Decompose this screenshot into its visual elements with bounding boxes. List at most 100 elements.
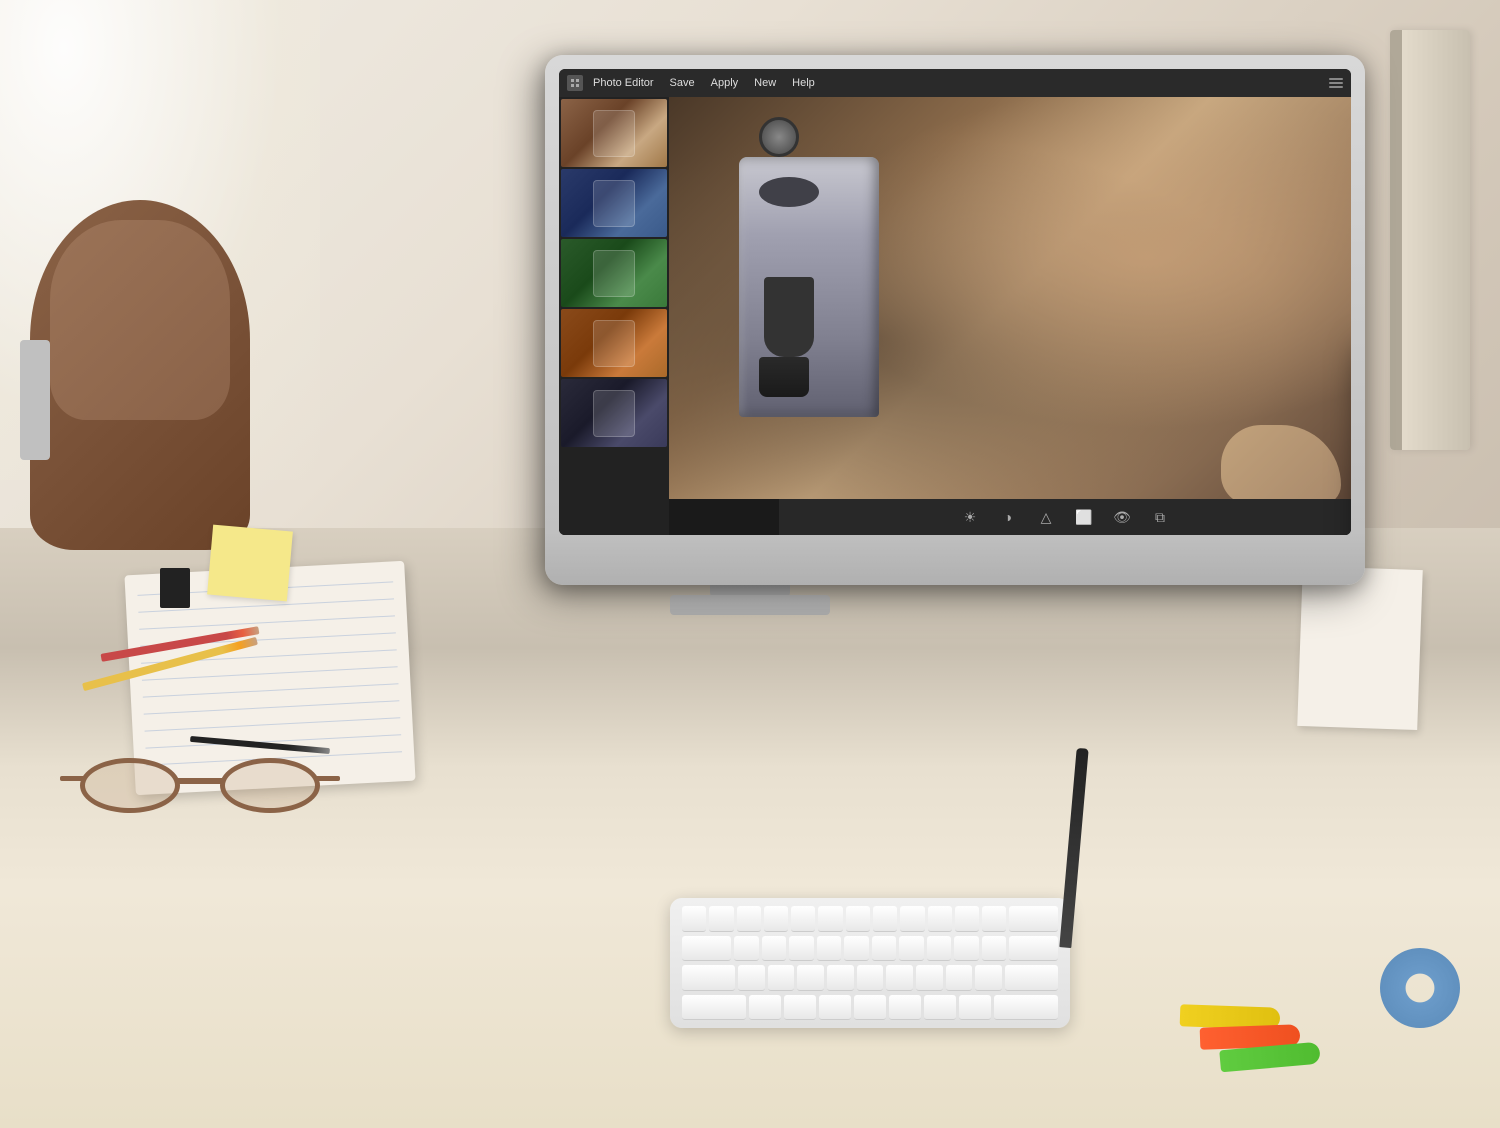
machine-portafilter [764,277,814,357]
key[interactable] [827,965,854,991]
key[interactable] [975,965,1002,991]
key[interactable] [854,995,886,1021]
glasses-bridge [175,778,225,784]
key[interactable] [927,936,952,962]
key[interactable] [844,936,869,962]
key[interactable] [846,906,870,932]
notepad-line [142,666,398,680]
key[interactable] [817,936,842,962]
keyboard-keys [682,906,1058,1020]
key-row-3 [682,965,1058,991]
glasses-frame-left [80,758,180,813]
thumbnail-3[interactable] [561,239,667,307]
chair-arm [20,340,50,460]
key[interactable] [872,936,897,962]
backspace-key[interactable] [1009,906,1058,932]
thumbnail-4[interactable] [561,309,667,377]
key[interactable] [709,906,733,932]
key[interactable] [886,965,913,991]
menu-item-save[interactable]: Save [664,75,701,91]
key[interactable] [819,995,851,1021]
thumb-machine-2 [561,169,667,237]
keyboard[interactable] [670,898,1070,1028]
monitor-base [670,595,830,615]
shift-right-key[interactable] [994,995,1058,1021]
key[interactable] [789,936,814,962]
menu-item-new[interactable]: New [748,75,782,91]
key[interactable] [900,906,924,932]
contrast-icon[interactable]: ◑ [999,508,1017,526]
key[interactable] [959,995,991,1021]
menu-item-help[interactable]: Help [786,75,821,91]
enter-key[interactable] [1005,965,1058,991]
key[interactable] [954,936,979,962]
thumbnail-strip [559,97,669,535]
thumb-machine-1 [561,99,667,167]
glasses-frame-right [220,758,320,813]
key[interactable] [899,936,924,962]
monitor: Photo Editor Save Apply New Help [545,55,1365,585]
app-logo-icon [567,75,583,91]
editor-toolbar: ☀ ◑ △ ⬜ 👁 ⧉ [779,499,1351,535]
thumb-machine-3 [561,239,667,307]
key[interactable] [791,906,815,932]
key[interactable] [982,906,1006,932]
key[interactable] [797,965,824,991]
glasses [80,748,320,828]
key[interactable] [768,965,795,991]
coffee-cup [759,357,809,397]
key[interactable] [924,995,956,1021]
key[interactable] [818,906,842,932]
key[interactable] [738,965,765,991]
key[interactable] [955,906,979,932]
key[interactable] [749,995,781,1021]
key[interactable] [982,936,1007,962]
key[interactable] [857,965,884,991]
layers-icon[interactable]: ⧉ [1151,508,1169,526]
eye-icon[interactable]: 👁 [1113,508,1131,526]
editor-body: ☀ ◑ △ ⬜ 👁 ⧉ [559,97,1351,535]
machine-knob [759,117,799,157]
key[interactable] [928,906,952,932]
thumb-machine-4 [561,309,667,377]
machine-body [739,157,879,417]
key[interactable] [737,906,761,932]
binder-clip [160,568,190,608]
menu-line-1 [1329,78,1343,80]
key[interactable] [1009,936,1058,962]
key[interactable] [784,995,816,1021]
shift-left-key[interactable] [682,995,746,1021]
notepad-line [139,615,395,629]
brightness-icon[interactable]: ☀ [961,508,979,526]
menu-item-apply[interactable]: Apply [705,75,745,91]
geometry-icon[interactable]: △ [1037,508,1055,526]
key[interactable] [762,936,787,962]
key[interactable] [764,906,788,932]
paper-stack [1297,566,1423,730]
binder-files [1390,30,1470,450]
key[interactable] [916,965,943,991]
notepad-lines [137,581,402,765]
preview-image [669,97,1351,499]
main-preview-area: ☀ ◑ △ ⬜ 👁 ⧉ [669,97,1351,535]
key[interactable] [946,965,973,991]
crop-icon[interactable]: ⬜ [1075,508,1093,526]
tape-roll [1380,948,1460,1028]
hand-silhouette [1221,425,1341,505]
thumbnail-2[interactable] [561,169,667,237]
key[interactable] [873,906,897,932]
monitor-menu-button[interactable] [1329,78,1343,88]
thumbnail-5[interactable] [561,379,667,447]
menu-item-title[interactable]: Photo Editor [587,75,660,91]
tab-key[interactable] [682,936,731,962]
espresso-machine [709,117,909,457]
notepad-line [144,700,400,714]
thumb-machine-5 [561,379,667,447]
caps-key[interactable] [682,965,735,991]
key[interactable] [682,906,706,932]
key[interactable] [734,936,759,962]
notepad-line [143,683,399,697]
key[interactable] [889,995,921,1021]
editor-menubar: Photo Editor Save Apply New Help [559,69,1351,97]
thumbnail-1[interactable] [561,99,667,167]
